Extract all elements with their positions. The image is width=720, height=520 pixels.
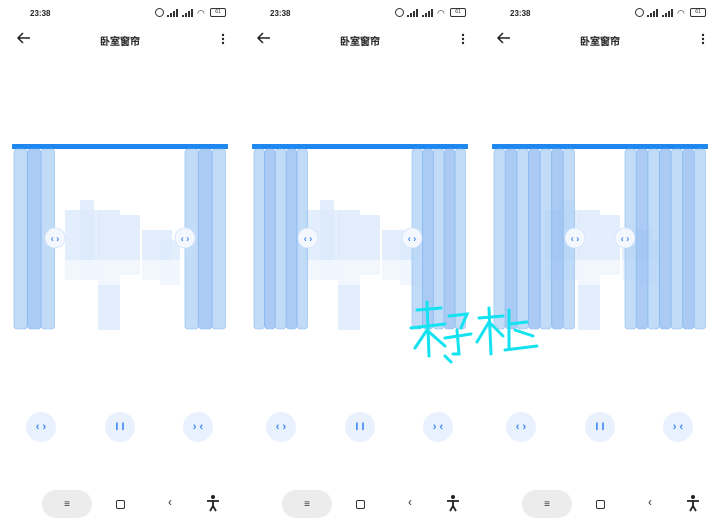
open-curtain-button[interactable]: ‹ ›: [26, 412, 56, 442]
more-options-icon[interactable]: [698, 30, 708, 48]
accessibility-icon[interactable]: [686, 494, 700, 512]
curtain-rail: [12, 144, 228, 149]
pause-button[interactable]: I I: [345, 412, 375, 442]
recent-apps-icon[interactable]: [356, 500, 365, 509]
wifi-icon: ◠: [437, 7, 445, 18]
pause-button[interactable]: I I: [105, 412, 135, 442]
signal-icon: [662, 8, 674, 17]
right-curtain-fold: [636, 148, 648, 330]
nav-menu-button[interactable]: ≡: [42, 490, 92, 518]
curtain-controls: ‹ › I I › ‹: [480, 410, 720, 446]
battery-icon: 61: [450, 8, 466, 17]
curtain-illustration: ‹ › ‹ ›: [12, 144, 228, 330]
app-header: 卧室窗帘: [240, 28, 480, 50]
left-drag-handle[interactable]: ‹ ›: [564, 227, 586, 249]
right-drag-handle[interactable]: ‹ ›: [174, 227, 196, 249]
page-title: 卧室窗帘: [100, 37, 140, 48]
pause-button[interactable]: I I: [585, 412, 615, 442]
status-time: 23:38: [30, 9, 51, 18]
system-nav-bar: ≡ ‹: [240, 490, 480, 520]
city-skyline: [50, 200, 190, 330]
right-curtain-fold: [659, 148, 672, 330]
left-curtain-fold: [264, 148, 276, 330]
wifi-icon: ◠: [197, 7, 205, 18]
right-curtain-fold: [647, 148, 660, 330]
left-drag-handle[interactable]: ‹ ›: [297, 227, 319, 249]
right-curtain-fold: [212, 148, 226, 330]
recent-apps-icon[interactable]: [116, 500, 125, 509]
curtain-controls: ‹ › I I › ‹: [0, 410, 240, 446]
page-title: 卧室窗帘: [580, 37, 620, 48]
recent-apps-icon[interactable]: [596, 500, 605, 509]
right-curtain-fold: [682, 148, 695, 330]
close-curtain-button[interactable]: › ‹: [423, 412, 453, 442]
right-drag-handle[interactable]: ‹ ›: [614, 227, 636, 249]
phone-screen: 23:38 ◠ 61 卧室窗帘 ‹ › ‹ › ‹ › I I › ‹ ≡ ‹: [480, 0, 720, 520]
phone-screen: 23:38 ◠ 61 卧室窗帘 ‹ › ‹ › ‹ › I I › ‹ ≡ ‹: [0, 0, 240, 520]
left-curtain-fold: [13, 148, 28, 330]
close-curtain-button[interactable]: › ‹: [183, 412, 213, 442]
status-time: 23:38: [510, 9, 531, 18]
drag-arrows-icon: ‹ ›: [408, 234, 417, 244]
signal-icon: [182, 8, 194, 17]
nav-menu-button[interactable]: ≡: [522, 490, 572, 518]
app-header: 卧室窗帘: [0, 28, 240, 50]
drag-arrows-icon: ‹ ›: [571, 234, 580, 244]
status-bar: 23:38 ◠ 61: [480, 6, 720, 22]
phone-screen: 23:38 ◠ 61 卧室窗帘 ‹ › ‹ › ‹ › I I › ‹ ≡ ‹: [240, 0, 480, 520]
app-header: 卧室窗帘: [480, 28, 720, 50]
right-curtain[interactable]: [624, 148, 706, 330]
more-options-icon[interactable]: [218, 30, 228, 48]
open-curtain-button[interactable]: ‹ ›: [506, 412, 536, 442]
alarm-icon: [155, 8, 164, 17]
nav-back-icon[interactable]: ‹: [168, 495, 172, 509]
signal-icon: [422, 8, 434, 17]
left-curtain-fold: [27, 148, 42, 330]
nav-back-icon[interactable]: ‹: [648, 495, 652, 509]
drag-arrows-icon: ‹ ›: [304, 234, 313, 244]
curtain-rail: [252, 144, 468, 149]
drag-arrows-icon: ‹ ›: [181, 234, 190, 244]
right-curtain-fold: [670, 148, 683, 330]
battery-icon: 61: [210, 8, 226, 17]
left-drag-handle[interactable]: ‹ ›: [44, 227, 66, 249]
right-drag-handle[interactable]: ‹ ›: [401, 227, 423, 249]
alarm-icon: [635, 8, 644, 17]
left-curtain-fold: [286, 148, 298, 330]
right-curtain-fold: [198, 148, 213, 330]
left-curtain-fold: [253, 148, 265, 330]
left-curtain-fold: [275, 148, 287, 330]
signal-icon: [167, 8, 179, 17]
signal-icon: [647, 8, 659, 17]
accessibility-icon[interactable]: [446, 494, 460, 512]
curtain-controls: ‹ › I I › ‹: [240, 410, 480, 446]
close-curtain-button[interactable]: › ‹: [663, 412, 693, 442]
status-icons: ◠ 61: [395, 8, 466, 17]
nav-menu-button[interactable]: ≡: [282, 490, 332, 518]
ground-fade: [50, 260, 190, 285]
nav-back-icon[interactable]: ‹: [408, 495, 412, 509]
drag-arrows-icon: ‹ ›: [51, 234, 60, 244]
handwritten-watermark: [409, 300, 539, 364]
status-icons: ◠ 61: [635, 8, 706, 17]
accessibility-icon[interactable]: [206, 494, 220, 512]
wifi-icon: ◠: [677, 7, 685, 18]
ground-fade: [290, 260, 430, 285]
curtain-rail: [492, 144, 708, 149]
status-bar: 23:38 ◠ 61: [240, 6, 480, 22]
more-options-icon[interactable]: [458, 30, 468, 48]
page-title: 卧室窗帘: [340, 37, 380, 48]
right-curtain-fold: [694, 148, 706, 330]
signal-icon: [407, 8, 419, 17]
open-curtain-button[interactable]: ‹ ›: [266, 412, 296, 442]
status-bar: 23:38 ◠ 61: [0, 6, 240, 22]
battery-icon: 61: [690, 8, 706, 17]
status-time: 23:38: [270, 9, 291, 18]
drag-arrows-icon: ‹ ›: [621, 234, 630, 244]
status-icons: ◠ 61: [155, 8, 226, 17]
system-nav-bar: ≡ ‹: [0, 490, 240, 520]
alarm-icon: [395, 8, 404, 17]
system-nav-bar: ≡ ‹: [480, 490, 720, 520]
